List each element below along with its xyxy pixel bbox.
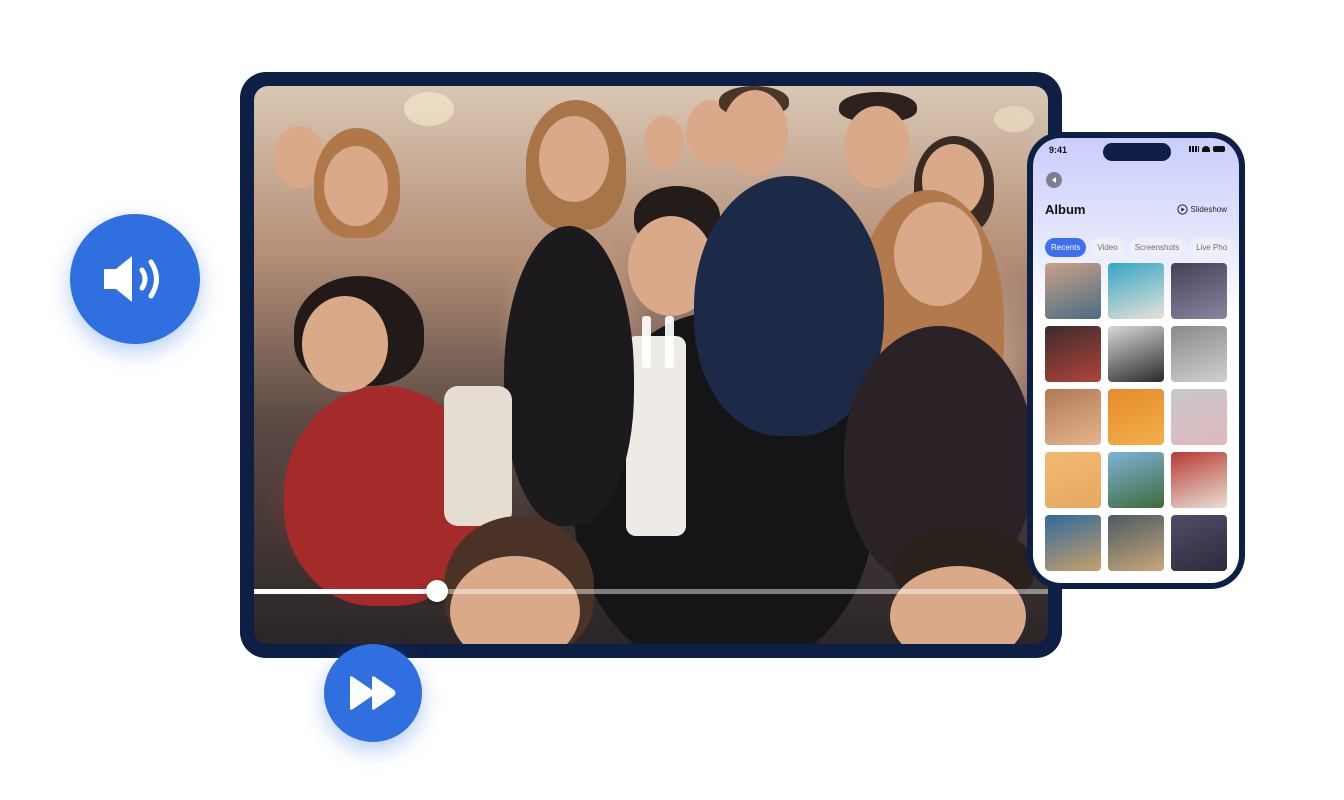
- chair: [444, 386, 512, 526]
- photo-thumbnail[interactable]: [1171, 389, 1227, 445]
- photo-thumbnail[interactable]: [1108, 263, 1164, 319]
- volume-button[interactable]: [70, 214, 200, 344]
- photo-thumbnail[interactable]: [1045, 389, 1101, 445]
- tab-live-photos[interactable]: Live Pho: [1190, 238, 1234, 257]
- cellular-signal-icon: [1189, 146, 1199, 152]
- photo-thumbnail[interactable]: [1171, 515, 1227, 571]
- progress-handle[interactable]: [425, 580, 448, 602]
- photo-thumbnail[interactable]: [1045, 326, 1101, 382]
- person-head: [894, 202, 982, 306]
- person-head: [539, 116, 609, 202]
- photo-thumbnail[interactable]: [1171, 452, 1227, 508]
- tablet-frame: [240, 72, 1062, 658]
- pause-icon[interactable]: [638, 316, 678, 368]
- photo-thumbnail[interactable]: [1108, 452, 1164, 508]
- album-tabs: Recents Video Screenshots Live Pho: [1045, 238, 1234, 257]
- person-head: [324, 146, 388, 226]
- tab-video[interactable]: Video: [1091, 238, 1124, 257]
- play-circle-icon: [1176, 204, 1188, 215]
- video-player[interactable]: [254, 86, 1048, 644]
- person-head: [644, 116, 684, 170]
- person-head: [722, 90, 788, 176]
- phone-frame: 9:41 Album Slideshow Recents Video Scree…: [1027, 132, 1245, 589]
- photo-thumbnail[interactable]: [1108, 389, 1164, 445]
- photo-thumbnail[interactable]: [1108, 515, 1164, 571]
- speaker-volume-icon: [104, 256, 159, 302]
- wifi-icon: [1202, 146, 1210, 152]
- tab-recents[interactable]: Recents: [1045, 238, 1087, 257]
- photo-thumbnail[interactable]: [1171, 326, 1227, 382]
- photo-thumbnail[interactable]: [1045, 263, 1101, 319]
- person-dress: [504, 226, 634, 526]
- person-head: [844, 106, 910, 188]
- person-head: [302, 296, 388, 392]
- slideshow-label: Slideshow: [1190, 205, 1227, 214]
- status-time: 9:41: [1049, 145, 1068, 155]
- dynamic-island: [1103, 143, 1171, 161]
- photo-thumbnail[interactable]: [1045, 515, 1101, 571]
- photo-thumbnail[interactable]: [1045, 452, 1101, 508]
- battery-icon: [1213, 146, 1225, 152]
- fast-forward-button[interactable]: [324, 644, 422, 742]
- page-title: Album: [1045, 202, 1086, 217]
- status-icons: [1189, 146, 1225, 152]
- slideshow-button[interactable]: Slideshow: [1176, 204, 1227, 215]
- tab-screenshots[interactable]: Screenshots: [1128, 238, 1186, 257]
- bokeh-light: [994, 106, 1034, 132]
- chevron-left-icon: [1052, 177, 1056, 183]
- back-button[interactable]: [1046, 172, 1062, 188]
- progress-bar[interactable]: [254, 580, 1048, 602]
- photo-thumbnail[interactable]: [1171, 263, 1227, 319]
- photo-grid: [1045, 263, 1227, 571]
- album-screen: 9:41 Album Slideshow Recents Video Scree…: [1033, 138, 1239, 583]
- bokeh-light: [404, 92, 454, 126]
- photo-thumbnail[interactable]: [1108, 326, 1164, 382]
- progress-fill: [254, 589, 437, 594]
- fast-forward-icon: [350, 676, 396, 710]
